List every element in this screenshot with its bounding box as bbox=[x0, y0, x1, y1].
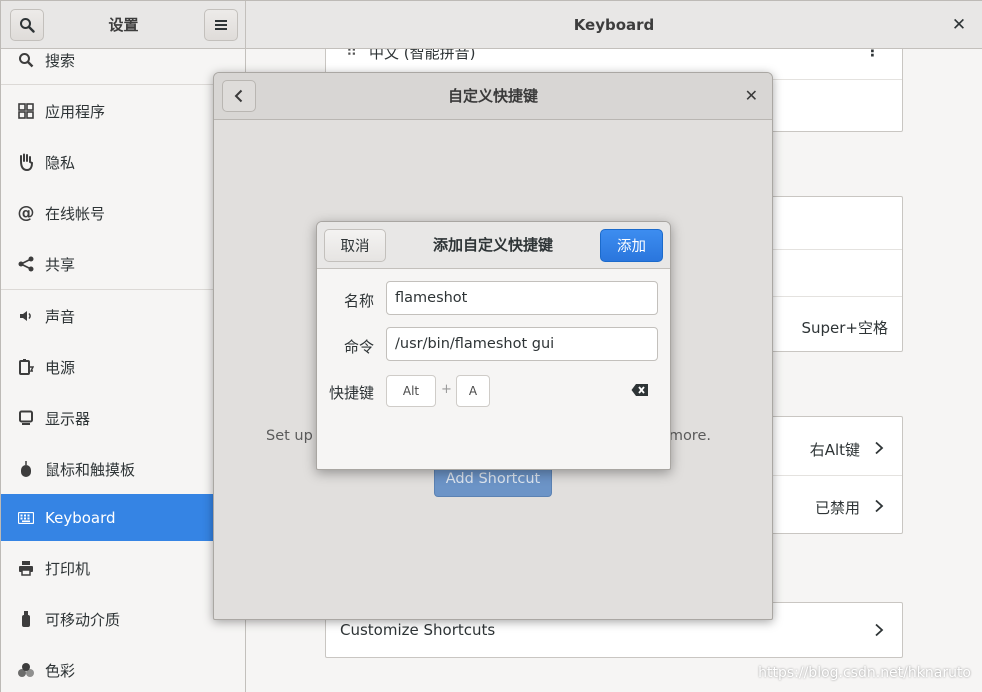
panel-title: Keyboard bbox=[573, 16, 655, 34]
compose-key-value: 已禁用 bbox=[814, 499, 860, 517]
sidebar-item-label: 打印机 bbox=[45, 559, 91, 578]
sidebar-item-label: 显示器 bbox=[45, 409, 91, 428]
shortcut-label: 快捷键 bbox=[328, 384, 374, 402]
chevron-right-icon bbox=[875, 499, 884, 513]
add-shortcut-dialog: 取消 添加自定义快捷键 添加 名称 flameshot 命令 /usr/bin/… bbox=[316, 221, 671, 470]
alternate-characters-value: 右Alt键 bbox=[809, 441, 860, 459]
header-bar: 设置 Keyboard ✕ bbox=[1, 1, 982, 49]
dialog-close-button[interactable]: ✕ bbox=[745, 86, 758, 105]
sidebar-item-applications[interactable]: 应用程序 bbox=[1, 86, 245, 136]
sidebar-item-label: 色彩 bbox=[45, 661, 76, 680]
add-button[interactable]: 添加 bbox=[600, 229, 663, 262]
printer-icon bbox=[16, 558, 36, 578]
grid-icon bbox=[16, 101, 36, 121]
sidebar-item-power[interactable]: 电源 bbox=[1, 342, 245, 392]
dialog-header: 取消 添加自定义快捷键 添加 bbox=[317, 222, 670, 269]
cancel-button[interactable]: 取消 bbox=[324, 229, 386, 262]
mouse-icon bbox=[16, 459, 36, 479]
usb-drive-icon bbox=[16, 609, 36, 629]
clear-shortcut-button[interactable] bbox=[631, 383, 649, 397]
backspace-icon bbox=[631, 384, 648, 396]
sidebar-item-label: Keyboard bbox=[45, 508, 116, 527]
command-label: 命令 bbox=[343, 338, 374, 356]
sidebar-item-label: 应用程序 bbox=[45, 102, 106, 121]
sidebar-item-online-accounts[interactable]: @ 在线帐号 bbox=[1, 188, 245, 238]
customize-shortcuts-label: Customize Shortcuts bbox=[340, 621, 496, 639]
sidebar-item-label: 搜索 bbox=[45, 51, 76, 70]
dialog-title: 自定义快捷键 bbox=[447, 87, 538, 105]
sidebar-item-displays[interactable]: 显示器 bbox=[1, 393, 245, 443]
plus-sign: + bbox=[441, 382, 452, 397]
sidebar-item-search[interactable]: 搜索 bbox=[1, 49, 245, 85]
sidebar-item-label: 共享 bbox=[45, 255, 76, 274]
window-close-button[interactable]: ✕ bbox=[949, 15, 969, 35]
sidebar-item-sound[interactable]: 声音 bbox=[1, 291, 245, 341]
sidebar-item-removable-media[interactable]: 可移动介质 bbox=[1, 594, 245, 644]
color-icon bbox=[16, 660, 36, 680]
sidebar-item-label: 鼠标和触摸板 bbox=[45, 460, 136, 479]
special-character-shortcut-value: Super+空格 bbox=[801, 319, 888, 337]
sidebar-header: 设置 bbox=[1, 1, 246, 49]
keycap-a: A bbox=[456, 375, 490, 407]
drag-handle-icon[interactable]: ⠿ bbox=[346, 49, 357, 60]
search-icon bbox=[16, 50, 36, 70]
command-field[interactable]: /usr/bin/flameshot gui bbox=[386, 327, 658, 361]
chevron-right-icon bbox=[875, 441, 884, 455]
sidebar-item-keyboard[interactable]: Keyboard bbox=[1, 494, 245, 541]
power-icon bbox=[16, 357, 36, 377]
keycap-alt: Alt bbox=[386, 375, 436, 407]
name-field[interactable]: flameshot bbox=[386, 281, 658, 315]
chevron-right-icon bbox=[875, 623, 884, 637]
sidebar-item-mouse-touchpad[interactable]: 鼠标和触摸板 bbox=[1, 444, 245, 494]
hand-icon bbox=[16, 152, 36, 172]
share-icon bbox=[16, 254, 36, 274]
at-icon: @ bbox=[17, 203, 35, 223]
close-icon: ✕ bbox=[951, 15, 967, 35]
sidebar-item-label: 声音 bbox=[45, 307, 76, 326]
sidebar-item-label: 隐私 bbox=[45, 153, 76, 172]
sidebar-item-color[interactable]: 色彩 bbox=[1, 645, 245, 692]
sidebar-item-label: 电源 bbox=[45, 358, 76, 377]
sidebar-item-label: 可移动介质 bbox=[45, 610, 121, 629]
dialog-title: 添加自定义快捷键 bbox=[432, 236, 553, 254]
close-icon: ✕ bbox=[744, 86, 758, 105]
dialog-header: 自定义快捷键 ✕ bbox=[214, 73, 772, 120]
more-options-icon[interactable]: ⋮ bbox=[865, 49, 880, 60]
watermark: https://blog.csdn.net/hknaruto bbox=[758, 665, 971, 681]
menu-button[interactable] bbox=[204, 9, 238, 41]
hamburger-icon bbox=[215, 20, 227, 30]
input-source-name: 中文 (智能拼音) bbox=[369, 49, 476, 62]
sidebar-separator bbox=[1, 289, 245, 290]
sidebar-item-printers[interactable]: 打印机 bbox=[1, 543, 245, 593]
sidebar-separator bbox=[1, 84, 245, 85]
keyboard-icon bbox=[16, 508, 36, 528]
sidebar: 搜索 应用程序 隐私 @ 在线帐号 共享 声音 电源 显示器 鼠标和触摸板 Ke… bbox=[1, 49, 246, 692]
sidebar-item-privacy[interactable]: 隐私 bbox=[1, 137, 245, 187]
sidebar-item-sharing[interactable]: 共享 bbox=[1, 239, 245, 289]
display-icon bbox=[16, 408, 36, 428]
name-label: 名称 bbox=[343, 292, 374, 310]
speaker-icon bbox=[16, 306, 36, 326]
sidebar-item-label: 在线帐号 bbox=[45, 204, 106, 223]
settings-window: 设置 Keyboard ✕ 搜索 应用程序 隐私 @ 在线帐号 共享 声音 电源… bbox=[0, 0, 982, 692]
